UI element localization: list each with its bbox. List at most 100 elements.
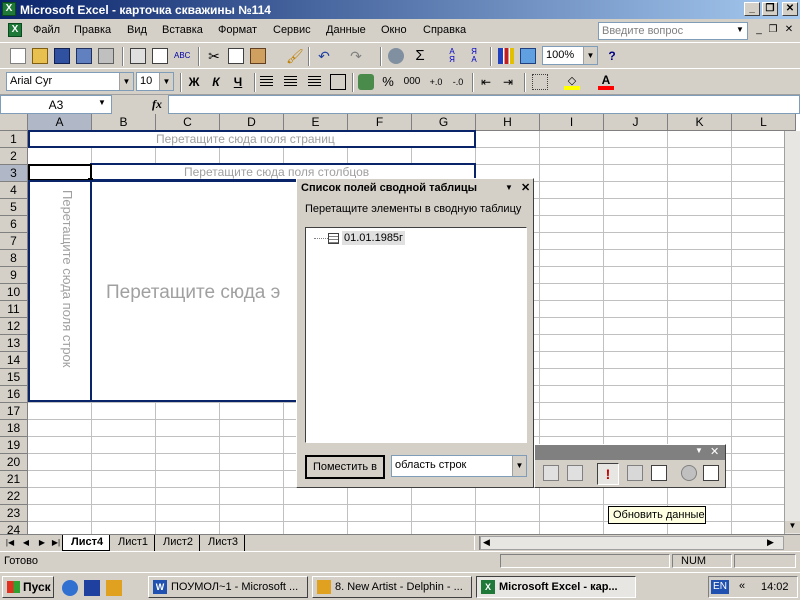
undo-icon[interactable]: ↶ <box>316 48 332 64</box>
active-cell[interactable] <box>28 164 92 181</box>
row-header[interactable]: 19 <box>0 437 28 454</box>
next-sheet-icon[interactable]: ▶ <box>36 537 48 549</box>
copy-icon[interactable] <box>228 48 244 64</box>
row-header[interactable]: 20 <box>0 454 28 471</box>
row-header[interactable]: 16 <box>0 386 28 403</box>
sheet-tab[interactable]: Лист1 <box>110 535 156 551</box>
italic-button[interactable]: К <box>208 74 224 90</box>
insert-function-icon[interactable]: fx <box>152 97 162 112</box>
underline-button[interactable]: Ч <box>230 74 246 90</box>
format-report-icon[interactable] <box>543 465 559 481</box>
row-header[interactable]: 15 <box>0 369 28 386</box>
pivot-toolbar-title-bar[interactable]: ▼ ✕ <box>535 445 725 460</box>
workbook-icon[interactable]: X <box>8 23 22 37</box>
paste-icon[interactable] <box>250 48 266 64</box>
row-header[interactable]: 6 <box>0 216 28 233</box>
row-header[interactable]: 2 <box>0 148 28 165</box>
align-right-icon[interactable] <box>308 76 321 87</box>
row-header[interactable]: 13 <box>0 335 28 352</box>
horizontal-scrollbar[interactable]: ◀ ▶ <box>480 536 784 550</box>
sort-ascending-icon[interactable]: AЯ <box>444 48 460 64</box>
autosum-icon[interactable]: Σ <box>412 48 428 64</box>
select-all-corner[interactable] <box>0 114 28 131</box>
task-excel[interactable]: X Microsoft Excel - кар... <box>476 576 636 598</box>
email-icon[interactable] <box>98 48 114 64</box>
scroll-right-icon[interactable]: ▶ <box>767 537 774 548</box>
area-select[interactable]: область строк ▼ <box>391 455 527 477</box>
pivot-data-area[interactable]: Перетащите сюда э <box>90 180 298 402</box>
scroll-down-icon[interactable]: ▼ <box>785 521 800 533</box>
open-icon[interactable] <box>32 48 48 64</box>
field-list-box[interactable]: 01.01.1985г <box>305 227 527 443</box>
row-header[interactable]: 11 <box>0 301 28 318</box>
restore-button[interactable]: ❐ <box>762 2 778 16</box>
close-button[interactable]: ✕ <box>782 2 798 16</box>
hyperlink-icon[interactable] <box>388 48 404 64</box>
row-header[interactable]: 14 <box>0 352 28 369</box>
language-indicator[interactable]: EN <box>711 580 729 594</box>
doc-restore-button[interactable]: ❐ <box>766 23 780 37</box>
pivot-page-area[interactable]: Перетащите сюда поля страниц <box>28 130 476 148</box>
fill-color-icon[interactable]: ◇ <box>564 74 580 90</box>
font-name-combo[interactable]: Arial Cyr ▼ <box>6 72 134 91</box>
pivot-toolbar-menu-icon[interactable]: ▼ <box>695 446 703 455</box>
align-left-icon[interactable] <box>260 76 273 87</box>
pivot-row-area[interactable]: Перетащите сюда поля строк <box>28 180 92 402</box>
column-header[interactable]: A <box>28 114 92 131</box>
name-box-dropdown[interactable]: ▼ <box>98 98 106 107</box>
zoom-combo[interactable]: 100% ▼ <box>542 46 598 65</box>
column-header[interactable]: H <box>476 114 540 131</box>
thousands-button[interactable]: 000 <box>402 74 422 90</box>
formula-input[interactable] <box>168 95 800 114</box>
hide-detail-icon[interactable] <box>627 465 643 481</box>
print-icon[interactable] <box>130 48 146 64</box>
row-header[interactable]: 17 <box>0 403 28 420</box>
chart-wizard-icon[interactable] <box>498 48 514 64</box>
increase-indent-icon[interactable]: ⇥ <box>500 74 516 90</box>
merge-center-icon[interactable] <box>330 74 346 90</box>
print-preview-icon[interactable] <box>152 48 168 64</box>
column-header[interactable]: G <box>412 114 476 131</box>
menu-file[interactable]: Файл <box>33 24 60 36</box>
chevron-down-icon[interactable]: ▼ <box>159 73 173 90</box>
chevron-down-icon[interactable]: ▼ <box>119 73 133 90</box>
field-list-title-bar[interactable]: Список полей сводной таблицы ▼ ✕ <box>299 181 531 197</box>
prev-sheet-icon[interactable]: ◀ <box>20 537 32 549</box>
add-to-button[interactable]: Поместить в <box>305 455 385 479</box>
row-header[interactable]: 12 <box>0 318 28 335</box>
sheet-tab[interactable]: Лист2 <box>155 535 201 551</box>
field-list-close-icon[interactable]: ✕ <box>521 181 530 194</box>
row-header[interactable]: 10 <box>0 284 28 301</box>
menu-view[interactable]: Вид <box>127 24 147 36</box>
redo-icon[interactable]: ↷ <box>348 48 364 64</box>
column-header[interactable]: I <box>540 114 604 131</box>
ie-icon[interactable] <box>62 580 78 596</box>
align-center-icon[interactable] <box>284 76 297 87</box>
menu-edit[interactable]: Правка <box>74 24 111 36</box>
column-header[interactable]: B <box>92 114 156 131</box>
pivot-chart-icon[interactable] <box>567 465 583 481</box>
menu-data[interactable]: Данные <box>326 24 366 36</box>
menu-window[interactable]: Окно <box>381 24 407 36</box>
row-header[interactable]: 24 <box>0 522 28 534</box>
field-settings-icon[interactable] <box>681 465 697 481</box>
row-header[interactable]: 21 <box>0 471 28 488</box>
bold-button[interactable]: Ж <box>186 74 202 90</box>
format-painter-icon[interactable]: 🖌 <box>286 48 304 64</box>
borders-icon[interactable] <box>532 74 548 90</box>
show-field-list-icon[interactable] <box>703 465 719 481</box>
vertical-scrollbar[interactable]: ▼ <box>784 131 800 534</box>
row-header[interactable]: 22 <box>0 488 28 505</box>
folder-icon[interactable] <box>106 580 122 596</box>
menu-tools[interactable]: Сервис <box>273 24 311 36</box>
field-item[interactable]: 01.01.1985г <box>342 231 406 245</box>
floppy-icon[interactable] <box>84 580 100 596</box>
column-header[interactable]: J <box>604 114 668 131</box>
row-header[interactable]: 1 <box>0 131 28 148</box>
pivot-toolbar-close-icon[interactable]: ✕ <box>710 445 719 458</box>
field-list-menu-icon[interactable]: ▼ <box>505 183 513 192</box>
column-header[interactable]: D <box>220 114 284 131</box>
spelling-icon[interactable]: ABC <box>174 48 190 64</box>
chevron-down-icon[interactable]: ▼ <box>583 47 597 64</box>
decrease-decimal-icon[interactable]: -.0 <box>450 74 466 90</box>
